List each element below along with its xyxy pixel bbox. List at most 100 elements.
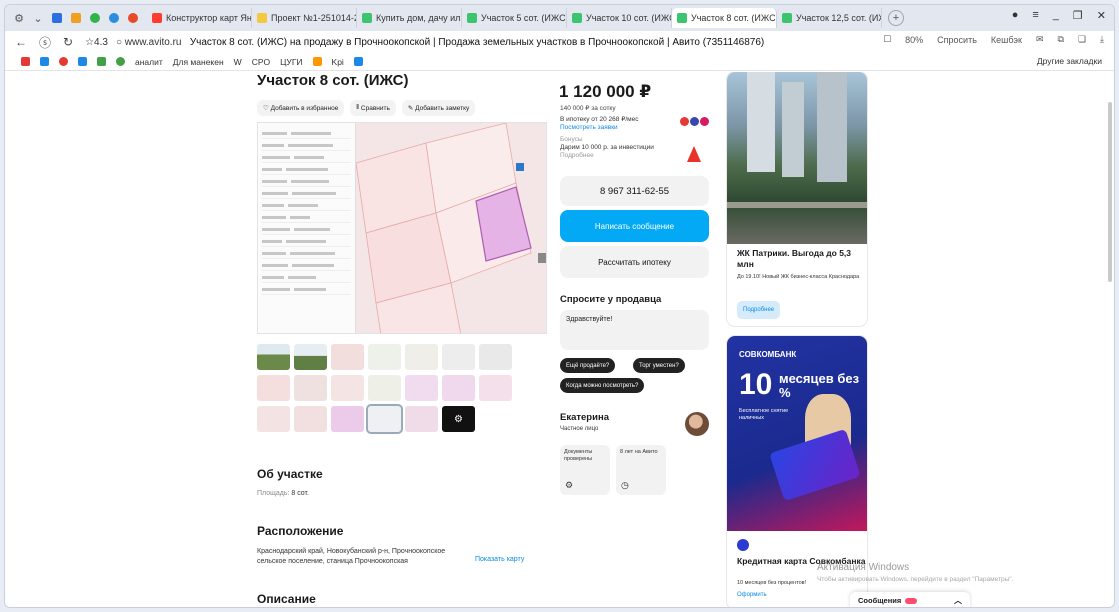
tab-list-icon[interactable]: ⌄ [30,10,46,26]
seller-avatar[interactable] [685,412,709,436]
thumbnail[interactable] [479,375,512,401]
show-map-link[interactable]: Показать карту [475,556,524,563]
tab-label: Участок 8 сот. (ИЖС) - × [691,13,777,23]
reload-icon[interactable]: ↻ [63,35,73,49]
compare-button[interactable]: ⫴ Сравнить [350,100,396,116]
bookmark-kpi[interactable]: Kpi [332,57,344,67]
other-bookmarks[interactable]: Другие закладки [1037,56,1102,66]
thumbnail[interactable] [294,344,327,370]
ad-card-residential[interactable]: ЖК Патрики. Выгода до 5,3 млн До 19.10! … [727,72,867,326]
seller-name[interactable]: Екатерина [560,412,609,423]
tab-plot-12-5[interactable]: Участок 12,5 сот. (ИЖС) - [777,8,882,28]
cashback-button[interactable]: Кешбэк [991,35,1022,45]
pinned-tab-icon[interactable] [87,10,103,26]
messages-bar[interactable]: Сообщения ︿ [850,592,970,607]
thumbnail[interactable] [331,344,364,370]
thumbnail[interactable] [257,344,290,370]
price-per-unit: 140 000 ₽ за сотку [560,105,616,112]
ad-more-button[interactable]: Подробнее [737,301,781,319]
thumbnail[interactable] [257,406,290,432]
thumbnail[interactable] [405,344,438,370]
chevron-up-icon[interactable]: ︿ [954,595,962,606]
main-photo[interactable] [257,122,547,334]
pinned-tab-icon[interactable] [106,10,122,26]
bookmark-icon[interactable] [312,57,322,66]
note-icon: ✎ [407,105,416,112]
url-field[interactable]: ○ www.avito.ru Участок 8 сот. (ИЖС) на п… [116,37,816,48]
bookmark-cpo[interactable]: CPO [252,57,270,67]
mail-icon[interactable]: ✉ [1036,34,1044,45]
windows-activation-watermark: Активация Windows [817,562,910,573]
calculate-mortgage-button[interactable]: Рассчитать ипотеку [560,246,709,278]
bookmark-icon[interactable] [40,57,49,66]
pinned-tab-icon[interactable] [68,10,84,26]
ask-seller-input[interactable]: Здравствуйте! [560,310,709,350]
browser-menu-icon[interactable]: ⚙ [11,10,27,26]
quick-question-chip[interactable]: Когда можно посмотреть? [560,378,645,393]
pinned-tab-icon[interactable] [125,10,141,26]
account-icon[interactable]: ⓢ [39,34,51,51]
bookmark-icon[interactable] [59,57,68,66]
menu-icon[interactable]: ≡ [1032,9,1038,22]
thumbnail[interactable] [368,375,401,401]
bookmark-w[interactable]: W [234,57,242,67]
collections-icon[interactable]: ❏ [1078,34,1086,45]
bookmark-icon[interactable] [116,57,125,66]
thumbnail[interactable] [294,406,327,432]
thumbnail[interactable] [331,375,364,401]
thumbnail[interactable] [442,344,475,370]
thumbnail[interactable] [405,406,438,432]
thumbnail-selected[interactable] [366,404,403,434]
thumbnail[interactable] [368,344,401,370]
thumbnail[interactable] [479,344,512,370]
thumbnail[interactable] [294,375,327,401]
pinned-tab-icon[interactable] [49,10,65,26]
tab-plot-8-active[interactable]: Участок 8 сот. (ИЖС) - × [672,8,777,28]
ask-button[interactable]: Спросить [937,35,977,45]
thumbnail[interactable] [442,375,475,401]
restore-icon[interactable]: ❐ [1073,9,1083,22]
tab-buy-house[interactable]: Купить дом, дачу или ко [357,8,462,28]
tab-label: Участок 5 сот. (ИЖС) ко [481,13,567,23]
more-photos-thumbnail[interactable]: ⚙ [442,406,475,432]
close-icon[interactable]: ✕ [1097,9,1106,22]
bookmark-icon[interactable] [353,57,363,66]
extensions-icon[interactable]: ⧉ [1058,34,1064,45]
show-phone-button[interactable]: 8 967 311-62-55 [560,176,709,206]
back-icon[interactable]: ← [15,35,27,49]
zoom-level[interactable]: 80% [905,35,923,45]
bookmark-cugi[interactable]: ЦУГИ [280,57,302,67]
tab-plot-10[interactable]: Участок 10 сот. (ИЖС) ко [567,8,672,28]
minimize-icon[interactable]: _ [1053,9,1059,22]
bookmark-dummies[interactable]: Для манекен [173,57,224,67]
bookmark-icon[interactable] [21,57,30,66]
quick-question-chip[interactable]: Торг уместен? [633,358,685,373]
download-icon[interactable]: ⤓ [1100,34,1104,45]
thumbnail[interactable] [257,375,290,401]
ad-apply-link[interactable]: Оформить [737,592,767,598]
quick-question-chip[interactable]: Ещё продаёте? [560,358,616,373]
page-scrollbar[interactable] [1108,72,1114,607]
location-section-title: Расположение [257,524,344,538]
browser-window: ⚙ ⌄ Конструктор карт Яндекс Проект №1-25… [4,4,1115,608]
thumbnail[interactable] [331,406,364,432]
bookmark-icon[interactable] [78,57,87,66]
scrollbar-thumb[interactable] [1108,102,1112,282]
bonus-link[interactable]: Подробнее [560,152,654,160]
thumbnail[interactable] [405,375,438,401]
tab-plot-5[interactable]: Участок 5 сот. (ИЖС) ко [462,8,567,28]
mortgage-link[interactable]: Посмотреть заявки [560,124,638,132]
bookmark-page-icon[interactable]: ☐ [883,34,891,45]
write-message-button[interactable]: Написать сообщение [560,210,709,242]
new-tab-icon[interactable]: + [888,10,904,26]
bookmark-icon[interactable] [97,57,106,66]
tab-favicon [257,13,267,23]
bookmark-analytics[interactable]: аналит [135,57,163,67]
site-rating[interactable]: ☆4.3 [85,37,108,48]
note-button[interactable]: ✎ Добавить заметку [401,100,476,116]
profile-icon[interactable]: ● [1012,9,1019,22]
tab-yandex-maps[interactable]: Конструктор карт Яндекс [147,8,252,28]
favorite-button[interactable]: ♡ Добавить в избранное [257,100,345,116]
tab-project[interactable]: Проект №1-251014-2295 [252,8,357,28]
messages-label: Сообщения [858,596,902,605]
